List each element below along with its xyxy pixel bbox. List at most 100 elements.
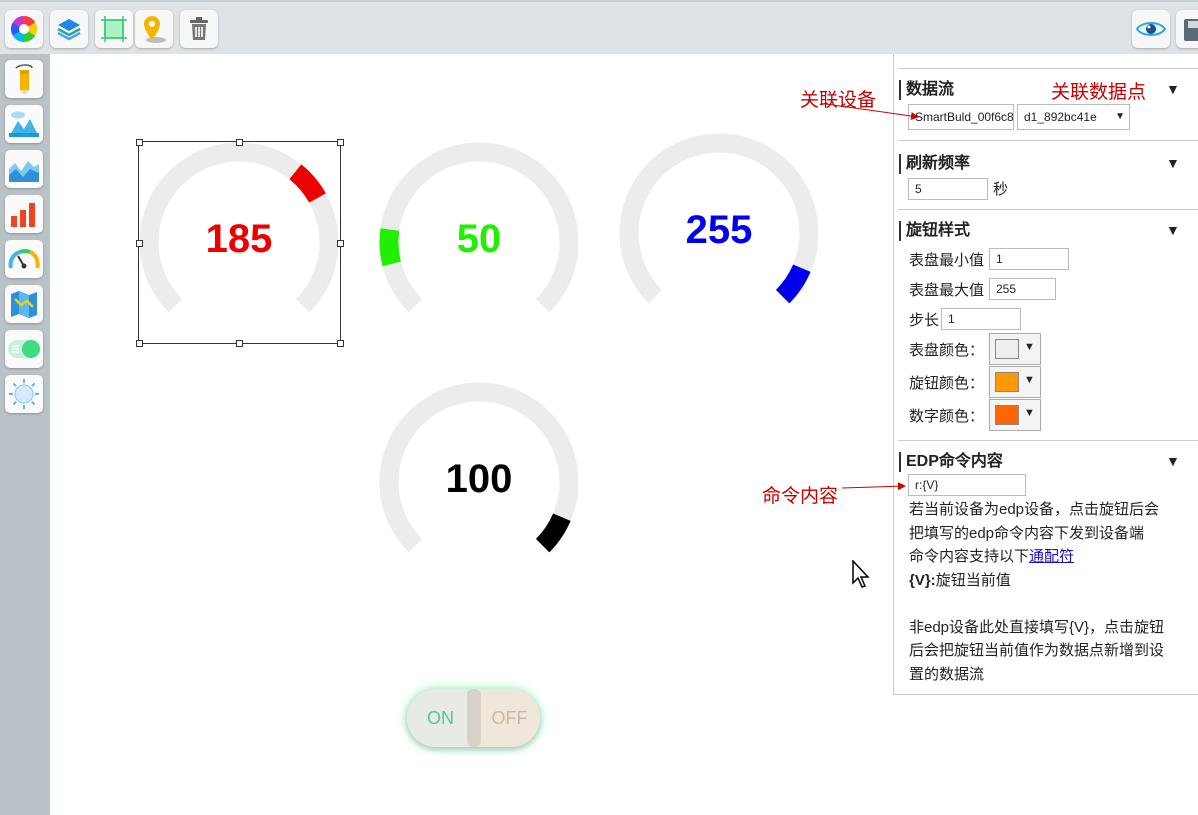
edp-command-input[interactable]: r:{V} [908, 474, 1026, 496]
canvas-frame-button[interactable] [95, 10, 133, 48]
save-icon [1184, 19, 1198, 41]
dial-color-picker[interactable]: ▼ [989, 333, 1041, 365]
annotation-command: 命令内容 [762, 485, 839, 507]
preview-button[interactable] [1132, 10, 1170, 48]
layers-icon [57, 19, 81, 41]
number-color-label: 数字颜色： [909, 408, 985, 425]
help-line: 若当前设备为edp设备，点击旋钮后会 [909, 501, 1160, 518]
resize-handle-se[interactable] [337, 340, 344, 347]
step-input[interactable]: 1 [941, 308, 1021, 330]
number-color-picker[interactable]: ▼ [989, 399, 1041, 431]
section-divider [898, 140, 1198, 141]
gauge-knob-indicator[interactable] [775, 264, 811, 304]
knob-color-picker[interactable]: ▼ [989, 366, 1041, 398]
help-line: 后会把旋钮当前值作为数据点新增到设 [909, 642, 1165, 659]
gauge-knob-indicator[interactable] [535, 513, 571, 553]
map-marker-button[interactable] [135, 10, 173, 48]
resize-handle-nw[interactable] [136, 139, 143, 146]
refresh-interval-input[interactable]: 5 [908, 178, 988, 200]
mouse-cursor-icon [852, 560, 870, 588]
selection-box [138, 141, 341, 344]
knob-gauge-3[interactable]: 255 [619, 133, 819, 333]
wildcard-link[interactable]: 通配符 [1029, 548, 1074, 565]
left-sidebar [0, 54, 50, 815]
help-line: 把填写的edp命令内容下发到设备端 [909, 524, 1145, 542]
knob-color-swatch [995, 372, 1019, 392]
frame-icon [101, 16, 127, 42]
gauge-icon [8, 249, 40, 269]
dropdown-arrow-icon: ▼ [1024, 374, 1035, 386]
sidebar-item-area-chart[interactable] [5, 150, 43, 188]
dial-max-label: 表盘最大值 [909, 282, 985, 299]
sidebar-item-map[interactable] [5, 285, 43, 323]
knob-gauge-2[interactable]: 50 [379, 142, 579, 342]
resize-handle-sw[interactable] [136, 340, 143, 347]
sidebar-item-gauge[interactable] [5, 240, 43, 278]
map-marker-icon [144, 16, 166, 43]
wildcard-token: {V}: [909, 571, 936, 589]
collapse-arrow-icon[interactable]: ▼ [1166, 155, 1180, 171]
resize-handle-w[interactable] [136, 240, 143, 247]
section-title-knob-style: 旋钮样式 [899, 221, 970, 241]
dial-min-label: 表盘最小值 [909, 252, 985, 269]
dial-color-swatch [995, 339, 1019, 359]
resize-handle-n[interactable] [236, 139, 243, 146]
pencil-icon [15, 64, 33, 95]
resize-handle-s[interactable] [236, 340, 243, 347]
sidebar-item-image[interactable] [5, 105, 43, 143]
dial-color-label: 表盘颜色： [909, 342, 985, 359]
palette-button[interactable] [5, 10, 43, 48]
device-select[interactable]: SmartBuld_00f6c8d1 [908, 104, 1014, 130]
switch-knob[interactable] [467, 689, 481, 747]
collapse-arrow-icon[interactable]: ▼ [1166, 81, 1180, 97]
section-divider [898, 440, 1198, 441]
edp-help-text: 若当前设备为edp设备，点击旋钮后会 把填写的edp命令内容下发到设备端 命令内… [909, 498, 1194, 686]
bar-chart-icon [11, 203, 35, 227]
properties-panel: 数据流 ▼ SmartBuld_00f6c8d1 d1_892bc41e ▼ 刷… [893, 54, 1198, 695]
help-line: {V}:旋钮当前值 [909, 569, 1194, 593]
help-line: 非edp设备此处直接填写{V}，点击旋钮 [909, 618, 1165, 636]
resize-handle-ne[interactable] [337, 139, 344, 146]
annotation-device: 关联设备 [800, 89, 877, 111]
datapoint-select[interactable]: d1_892bc41e ▼ [1017, 104, 1130, 130]
section-title-edp: EDP命令内容 [899, 452, 1003, 472]
sidebar-item-bar-chart[interactable] [5, 195, 43, 233]
sidebar-item-switch[interactable] [5, 330, 43, 368]
knob-color-label: 旋钮颜色： [909, 375, 985, 392]
refresh-unit-label: 秒 [993, 181, 1009, 198]
number-color-swatch [995, 405, 1019, 425]
gauge-value: 100 [445, 457, 513, 501]
image-icon [9, 111, 39, 137]
sidebar-item-light[interactable] [5, 375, 43, 413]
dropdown-arrow-icon: ▼ [1024, 407, 1035, 419]
light-icon [9, 379, 39, 409]
dial-min-input[interactable]: 1 [989, 248, 1069, 270]
delete-button[interactable] [180, 10, 218, 48]
annotation-datapoint: 关联数据点 [1051, 81, 1147, 103]
top-toolbar [0, 0, 1198, 54]
datapoint-select-value: d1_892bc41e [1024, 110, 1097, 124]
help-text: 命令内容支持以下 [909, 548, 1030, 565]
map-icon [11, 291, 37, 318]
dial-max-input[interactable]: 255 [989, 278, 1056, 300]
color-wheel-icon [10, 15, 38, 43]
sidebar-item-pencil[interactable] [5, 60, 43, 98]
collapse-arrow-icon[interactable]: ▼ [1166, 222, 1180, 238]
help-text: 旋钮当前值 [935, 571, 1011, 589]
layers-button[interactable] [50, 10, 88, 48]
eye-icon [1136, 22, 1166, 36]
switch-icon [8, 340, 40, 358]
knob-gauge-4[interactable]: 100 [379, 382, 579, 582]
help-spacer [909, 592, 1194, 616]
dropdown-arrow-icon: ▼ [1115, 111, 1125, 122]
section-divider [898, 68, 1198, 69]
resize-handle-e[interactable] [337, 240, 344, 247]
switch-on-label[interactable]: ON [407, 689, 474, 747]
on-off-switch[interactable]: ON OFF [407, 689, 540, 747]
save-button[interactable] [1176, 10, 1198, 48]
help-line: 置的数据流 [909, 665, 985, 683]
dropdown-arrow-icon: ▼ [1024, 341, 1035, 353]
gauge-value: 255 [685, 208, 753, 252]
collapse-arrow-icon[interactable]: ▼ [1166, 453, 1180, 469]
switch-off-label[interactable]: OFF [479, 689, 540, 747]
